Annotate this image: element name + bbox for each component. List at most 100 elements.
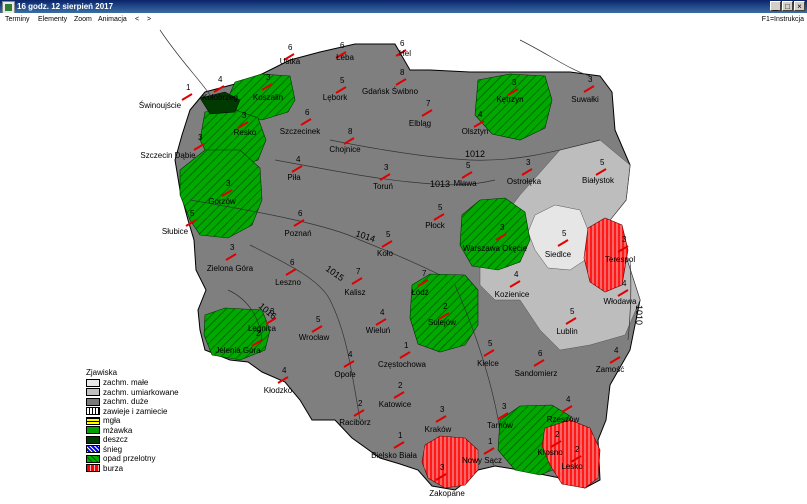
legend-label: burza [103,463,124,473]
city-name: Gdańsk Świbno [362,87,419,96]
city-name: Kielce [477,359,499,368]
city-name: Słubice [162,227,189,236]
city-name: Rzeszów [547,415,580,424]
menu-bar: Terminy Elementy Zoom Animacja < > F1=In… [0,13,807,26]
wind-speed-value: 8 [400,68,405,77]
wind-speed-value: 4 [218,75,223,84]
wind-speed-value: 4 [622,279,627,288]
wind-speed-value: 5 [340,76,345,85]
city-name: Koszalin [253,93,283,102]
city-name: Zamość [596,365,624,374]
city-name: Krosno [537,448,563,457]
wind-speed-value: 3 [226,179,231,188]
city-name: Płock [425,221,446,230]
wind-speed-value: 4 [478,110,483,119]
city-name: Piła [287,173,301,182]
station-ustka[interactable]: 6 Ustka [280,43,301,66]
window-title: 16 godz. 12 sierpień 2017 [17,2,114,11]
city-name: Katowice [379,400,412,409]
wind-speed-value: 4 [348,350,353,359]
wind-speed-value: 5 [438,203,443,212]
legend-item: mgła [86,416,186,426]
station-hel[interactable]: 6Hel [395,39,411,58]
wind-speed-value: 3 [270,307,275,316]
city-name: Resko [234,128,257,137]
wind-speed-value: 1 [186,83,191,92]
wind-speed-value: 4 [614,346,619,355]
wind-speed-value: 1 [404,341,409,350]
maximize-button[interactable]: □ [782,1,793,11]
city-name: Tarnów [487,421,513,430]
wind-speed-value: 4 [514,270,519,279]
city-name: Świnoujście [139,101,182,110]
wind-speed-value: 7 [426,99,431,108]
swatch-large-cloud [86,397,100,406]
legend-item: zachm. małe [86,378,186,388]
legend-label: mżawka [103,425,133,435]
wind-speed-value: 5 [386,230,391,239]
wind-speed-value: 2 [358,399,363,408]
city-name: Siedlce [545,250,572,259]
wind-speed-value: 1 [488,437,493,446]
city-name: Kalisz [344,288,365,297]
city-name: Łódź [411,288,428,297]
city-name: Sulejów [428,318,456,327]
wind-speed-value: 3 [384,163,389,172]
title-bar: 16 godz. 12 sierpień 2017 _ □ × [0,0,807,14]
wind-speed-value: 6 [538,349,543,358]
wind-speed-value: 3 [500,223,505,232]
menu-zoom[interactable]: Zoom [74,13,92,26]
city-name: Włodawa [604,297,637,306]
city-name: Kołobrzeg [202,93,238,102]
isobar-label-1010: 1010 [634,305,644,325]
wind-speed-value: 2 [575,445,580,454]
swatch-drizzle [86,426,100,435]
wind-speed-value: 6 [298,209,303,218]
city-name: Opole [334,370,356,379]
wind-speed-value: 5 [600,158,605,167]
wind-speed-value: 5 [190,209,195,218]
city-name: Suwałki [571,95,599,104]
close-button[interactable]: × [794,1,805,11]
city-name: Leszno [275,278,301,287]
wind-speed-value: 4 [566,395,571,404]
wind-speed-value: 1 [398,431,403,440]
swatch-moderate-cloud [86,388,100,397]
wind-speed-value: 6 [290,258,295,267]
legend-label: zachm. małe [103,378,149,387]
city-name: Zakopane [429,489,465,498]
menu-elementy[interactable]: Elementy [38,13,67,26]
station--winouj-cie[interactable]: 1 Świnoujście [139,83,193,110]
wind-speed-value: 6 [305,108,310,117]
city-name: Bielsko Biała [371,451,417,460]
city-name: Łeba [336,53,354,62]
wind-speed-value: 3 [198,133,203,142]
wind-speed-value: 3 [502,402,507,411]
city-name: Nowy Sącz [462,456,502,465]
wind-speed-value: 7 [422,269,427,278]
menu-prev[interactable]: < [135,13,139,26]
city-name: Mława [453,179,477,188]
menu-terminy[interactable]: Terminy [5,13,30,26]
wind-speed-value: 4 [282,366,287,375]
wind-arrow-icon [181,93,193,101]
swatch-storm [86,464,100,473]
wind-speed-value: 3 [266,73,271,82]
legend-label: mgła [103,416,121,425]
city-name: Chojnice [329,145,361,154]
legend-title: Zjawiska [86,368,118,377]
legend-label: zawieje i zamiecie [103,406,168,416]
station-s-ubice[interactable]: 5Słubice [162,209,197,236]
menu-animacja[interactable]: Animacja [98,13,127,26]
minimize-button[interactable]: _ [770,1,781,11]
wind-speed-value: 6 [340,41,345,50]
help-hint: F1=Instrukcja [761,16,804,23]
city-name: Szczecinek [280,127,321,136]
city-name: Ustka [280,57,301,66]
city-name: Elbląg [409,119,431,128]
city-name: Wieluń [366,326,390,335]
menu-next[interactable]: > [147,13,151,26]
legend-label: zachm. umiarkowane [103,387,179,397]
wind-speed-value: 3 [230,243,235,252]
city-name: Koło [377,249,394,258]
